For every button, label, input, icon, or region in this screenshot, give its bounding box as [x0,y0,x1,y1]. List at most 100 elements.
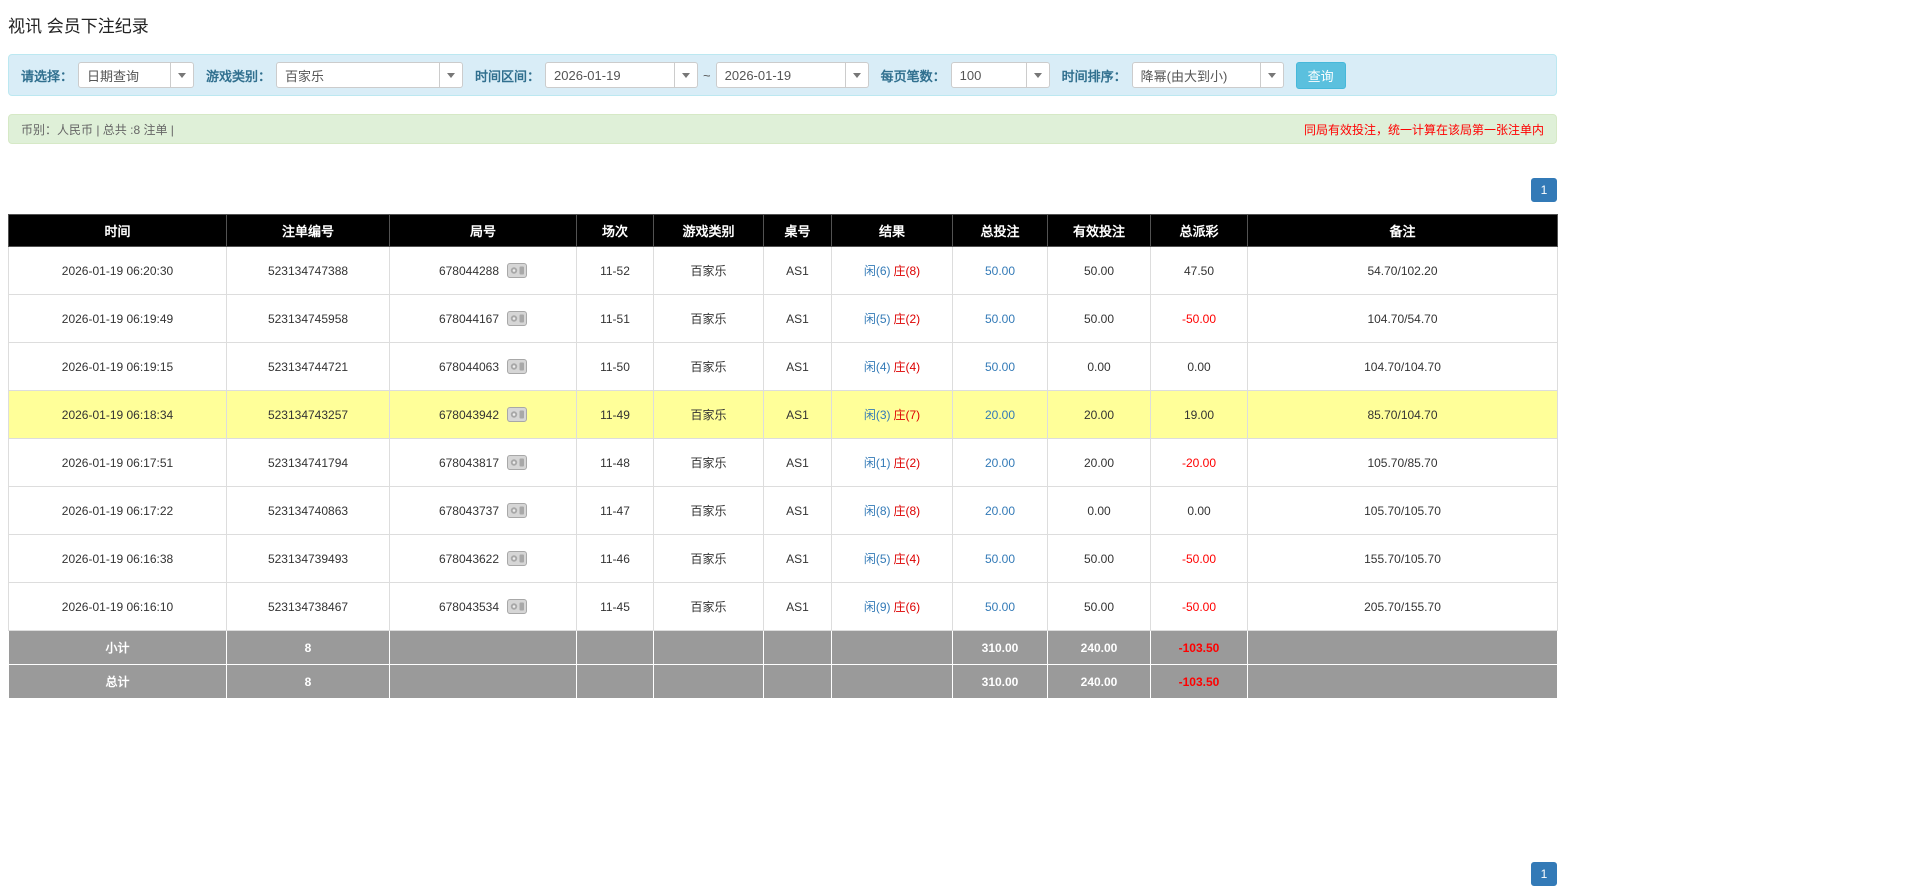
total-bet-link[interactable]: 20.00 [985,408,1015,422]
cell-payout: 47.50 [1150,246,1248,295]
summary-bar: 币别：人民币 | 总共 :8 注单 | 同局有效投注，统一计算在该局第一张注单内 [8,114,1557,144]
replay-icon[interactable] [507,311,528,326]
date-from-combo [545,62,699,88]
round-number: 678044288 [438,263,500,278]
result-banker: 庄(8) [893,504,921,518]
cell-session: 11-48 [576,438,654,487]
summary-notice: 同局有效投注，统一计算在该局第一张注单内 [1303,122,1544,137]
cell-session: 11-51 [576,294,654,343]
footer-payout: -103.50 [1150,664,1248,699]
result-player: 闲(3) [863,408,891,422]
round-number: 678043622 [438,551,500,566]
replay-icon[interactable] [507,599,528,614]
date-to-input[interactable] [715,62,846,88]
page-button-1-bottom[interactable]: 1 [1531,862,1557,886]
result-banker: 庄(8) [893,264,921,278]
replay-icon[interactable] [507,455,528,470]
cell-bet-id: 523134743257 [226,390,390,439]
chevron-down-icon [1033,72,1042,78]
replay-icon[interactable] [507,359,528,374]
select-type-label: 请选择： [21,68,74,84]
footer-valid-bet: 240.00 [1047,630,1151,665]
replay-icon[interactable] [507,263,528,278]
game-type-caret-button[interactable] [440,62,464,88]
result-banker: 庄(2) [893,456,921,470]
cell-session: 11-45 [576,582,654,631]
total-bet-link[interactable]: 20.00 [985,456,1015,470]
table-row: 2026-01-19 06:18:34 523134743257 678043942… [8,390,1558,439]
page: 视讯 会员下注纪录 请选择： 游戏类别： 时间区间： ~ 每页笔数： 时间排序： [8,0,1558,886]
cell-total-bet: 20.00 [952,438,1048,487]
replay-icon[interactable] [507,503,528,518]
cell-total-bet: 20.00 [952,390,1048,439]
footer-payout: -103.50 [1150,630,1248,665]
cell-note: 85.70/104.70 [1247,390,1558,439]
cell-total-bet: 50.00 [952,582,1048,631]
pagination-top: 1 [8,178,1557,202]
select-type-input[interactable] [78,62,172,88]
filter-bar: 请选择： 游戏类别： 时间区间： ~ 每页笔数： 时间排序： [8,54,1557,96]
total-bet-link[interactable]: 50.00 [985,552,1015,566]
table-header: 时间 注单编号 局号 场次 游戏类别 桌号 结果 总投注 有效投注 总派彩 备注 [8,214,1558,247]
date-from-caret-button[interactable] [675,62,699,88]
cell-round: 678044288 [389,246,577,295]
cell-bet-id: 523134745958 [226,294,390,343]
page-size-caret-button[interactable] [1026,62,1050,88]
cell-result: 闲(5) 庄(2) [831,294,953,343]
cell-time: 2026-01-19 06:19:15 [8,342,227,391]
total-bet-link[interactable]: 50.00 [985,360,1015,374]
chevron-down-icon [682,72,691,78]
total-bet-link[interactable]: 20.00 [985,504,1015,518]
cell-payout: -20.00 [1150,438,1248,487]
search-button[interactable]: 查询 [1295,61,1346,89]
game-type-label: 游戏类别： [206,68,272,84]
footer-total-bet: 310.00 [952,630,1048,665]
table-row: 2026-01-19 06:17:22 523134740863 678043737… [8,486,1558,535]
cell-table-no: AS1 [763,486,832,535]
cell-table-no: AS1 [763,246,832,295]
table-footer: 小计 8 310.00 240.00 -103.50 总计 8 310.00 240.00 -10… [8,630,1558,699]
cell-table-no: AS1 [763,342,832,391]
cell-table-no: AS1 [763,390,832,439]
cell-game-type: 百家乐 [653,246,764,295]
column-header: 桌号 [763,214,832,247]
cell-bet-id: 523134744721 [226,342,390,391]
chevron-down-icon [447,72,456,78]
sort-order-input[interactable] [1131,62,1261,88]
chevron-down-icon [1267,72,1276,78]
total-bet-link[interactable]: 50.00 [985,600,1015,614]
table-row: 2026-01-19 06:20:30 523134747388 678044288… [8,246,1558,295]
round-number: 678043534 [438,599,500,614]
date-from-input[interactable] [545,62,676,88]
total-bet-link[interactable]: 50.00 [985,264,1015,278]
cell-game-type: 百家乐 [653,390,764,439]
sort-order-caret-button[interactable] [1260,62,1284,88]
cell-round: 678043622 [389,534,577,583]
column-header: 局号 [389,214,577,247]
replay-icon[interactable] [507,551,528,566]
cell-result: 闲(5) 庄(4) [831,534,953,583]
column-header: 游戏类别 [653,214,764,247]
date-to-caret-button[interactable] [845,62,869,88]
total-bet-link[interactable]: 50.00 [985,312,1015,326]
cell-table-no: AS1 [763,294,832,343]
select-type-caret-button[interactable] [171,62,195,88]
page-size-input[interactable] [950,62,1027,88]
cell-time: 2026-01-19 06:16:38 [8,534,227,583]
page-button-1[interactable]: 1 [1531,178,1557,202]
game-type-input[interactable] [276,62,441,88]
chevron-down-icon [178,72,187,78]
sort-order-label: 时间排序： [1061,68,1127,84]
column-header: 注单编号 [226,214,390,247]
date-range-separator: ~ [703,67,711,83]
cell-result: 闲(4) 庄(4) [831,342,953,391]
cell-note: 105.70/105.70 [1247,486,1558,535]
cell-game-type: 百家乐 [653,342,764,391]
result-player: 闲(1) [863,456,891,470]
result-player: 闲(5) [863,312,891,326]
result-banker: 庄(2) [893,312,921,326]
cell-result: 闲(1) 庄(2) [831,438,953,487]
cell-time: 2026-01-19 06:17:51 [8,438,227,487]
result-player: 闲(9) [863,600,891,614]
replay-icon[interactable] [507,407,528,422]
